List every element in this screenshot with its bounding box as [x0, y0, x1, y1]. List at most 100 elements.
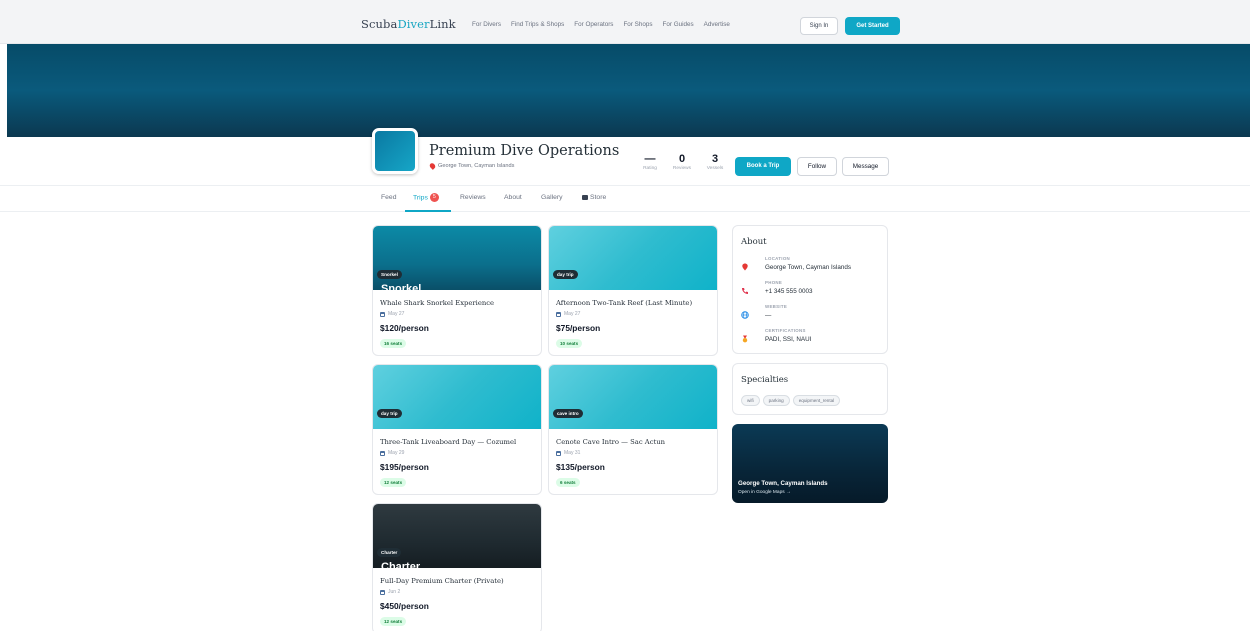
seats-badge: 6 seats — [556, 478, 580, 487]
trip-image — [373, 504, 541, 568]
stat-vessels: 3 Vessels — [704, 153, 726, 171]
sign-in-button[interactable]: Sign In — [800, 17, 838, 35]
cover-banner — [7, 44, 1250, 137]
logo-text-diver: Diver — [397, 17, 430, 31]
about-heading: About — [741, 237, 767, 247]
trip-date-text: May 29 — [388, 450, 405, 456]
stat-reviews: 0 Reviews — [671, 153, 693, 171]
map-card[interactable]: George Town, Cayman Islands Open in Goog… — [732, 424, 888, 503]
profile-header — [0, 137, 1250, 186]
open-in-google-maps-link[interactable]: Open in Google Maps → — [738, 490, 791, 495]
specialty-chip: wifi — [741, 395, 760, 406]
trip-date: May 27 — [556, 311, 580, 317]
trip-type-tag: Charter — [377, 548, 402, 557]
operator-location: George Town, Cayman Islands — [428, 162, 514, 170]
nav-link-for-shops[interactable]: For Shops — [623, 21, 652, 28]
trip-title[interactable]: Three-Tank Liveaboard Day — Cozumel — [380, 438, 516, 446]
calendar-icon — [556, 311, 561, 317]
trip-title[interactable]: Cenote Cave Intro — Sac Actun — [556, 438, 665, 446]
trip-price: $450/person — [380, 601, 429, 611]
trip-price: $195/person — [380, 462, 429, 472]
location-value: George Town, Cayman Islands — [765, 264, 851, 271]
trip-type-tag: Snorkel — [377, 270, 402, 279]
nav-link-for-guides[interactable]: For Guides — [663, 21, 694, 28]
tab-gallery[interactable]: Gallery — [541, 194, 563, 201]
book-trip-button[interactable]: Book a Trip — [735, 157, 791, 176]
trip-image — [549, 226, 717, 290]
trip-card[interactable]: cave intro Cenote Cave Intro — Sac Actun… — [548, 364, 718, 495]
globe-icon — [741, 306, 749, 319]
active-tab-indicator — [405, 210, 451, 212]
calendar-icon — [380, 311, 385, 317]
calendar-icon — [556, 450, 561, 456]
trip-price: $135/person — [556, 462, 605, 472]
nav-link-advertise[interactable]: Advertise — [704, 21, 730, 28]
trip-date: May 31 — [556, 450, 580, 456]
calendar-icon — [380, 589, 385, 595]
certifications-value: PADI, SSI, NAUI — [765, 336, 812, 343]
trip-date-text: Jun 2 — [388, 589, 401, 595]
seats-badge: 12 seats — [380, 617, 407, 626]
seats-badge: 10 seats — [556, 339, 583, 348]
trip-date-text: May 27 — [388, 311, 405, 317]
trip-card[interactable]: day trip Afternoon Two-Tank Reef (Last M… — [548, 225, 718, 356]
stat-vessels-label: Vessels — [706, 166, 724, 171]
trip-date: Jun 2 — [380, 589, 400, 595]
specialty-chip: parking — [762, 395, 790, 406]
profile-tabs: Feed Trips 5 Reviews About Gallery Store — [0, 186, 1250, 212]
nav-link-find-trips[interactable]: Find Trips & Shops — [511, 21, 564, 28]
phone-label: PHONE — [765, 280, 783, 285]
trip-title[interactable]: Whale Shark Snorkel Experience — [380, 299, 494, 307]
trip-type-tag: cave intro — [553, 409, 583, 418]
logo-text-link: Link — [429, 17, 456, 31]
specialties-panel: Specialties wifi parking equipment_renta… — [732, 363, 888, 415]
website-value[interactable]: — — [765, 312, 771, 319]
tab-trips[interactable]: Trips 5 — [413, 193, 439, 202]
seats-badge: 16 seats — [380, 339, 407, 348]
nav-link-for-divers[interactable]: For Divers — [472, 21, 501, 28]
trip-card[interactable]: Charter Charter Full-Day Premium Charter… — [372, 503, 542, 631]
trip-price: $75/person — [556, 323, 601, 333]
trip-image — [373, 226, 541, 290]
seats-badge: 12 seats — [380, 478, 407, 487]
specialties-heading: Specialties — [741, 375, 789, 385]
location-pin-icon — [741, 258, 749, 271]
nav-links: For Divers Find Trips & Shops For Operat… — [472, 21, 740, 28]
trip-image-overlay-text: Charter — [381, 561, 421, 573]
logo[interactable]: ScubaDiverLink — [361, 17, 456, 31]
trip-image — [373, 365, 541, 429]
stat-rating-value: — — [644, 153, 656, 165]
get-started-button[interactable]: Get Started — [845, 17, 900, 35]
top-nav: ScubaDiverLink For Divers Find Trips & S… — [0, 0, 1250, 44]
trip-card[interactable]: day trip Three-Tank Liveaboard Day — Coz… — [372, 364, 542, 495]
trip-date-text: May 31 — [564, 450, 581, 456]
trip-date-text: May 27 — [564, 311, 581, 317]
tab-feed[interactable]: Feed — [381, 194, 397, 201]
calendar-icon — [380, 450, 385, 456]
trip-image-overlay-text: Snorkel — [381, 283, 422, 295]
tab-reviews[interactable]: Reviews — [460, 194, 486, 201]
trip-date: May 29 — [380, 450, 404, 456]
trip-card[interactable]: Snorkel Snorkel Whale Shark Snorkel Expe… — [372, 225, 542, 356]
nav-link-for-operators[interactable]: For Operators — [574, 21, 613, 28]
trip-type-tag: day trip — [377, 409, 402, 418]
stat-reviews-value: 0 — [678, 153, 686, 165]
store-icon — [582, 194, 588, 200]
tab-store-label: Store — [590, 194, 607, 201]
location-label: LOCATION — [765, 256, 790, 261]
trip-image — [549, 365, 717, 429]
stat-vessels-value: 3 — [711, 153, 719, 165]
trip-title[interactable]: Full-Day Premium Charter (Private) — [380, 577, 504, 585]
about-panel: About LOCATION George Town, Cayman Islan… — [732, 225, 888, 354]
trip-title[interactable]: Afternoon Two-Tank Reef (Last Minute) — [556, 299, 692, 307]
tab-store[interactable]: Store — [582, 194, 606, 201]
specialty-chips: wifi parking equipment_rental — [741, 395, 841, 406]
follow-button[interactable]: Follow — [797, 157, 837, 176]
tab-about[interactable]: About — [504, 194, 522, 201]
logo-text-scuba: Scuba — [361, 17, 398, 31]
phone-value[interactable]: +1 345 555 0003 — [765, 288, 812, 295]
trips-count-badge: 5 — [429, 193, 439, 202]
tab-trips-label: Trips — [413, 194, 428, 202]
certifications-label: CERTIFICATIONS — [765, 328, 806, 333]
message-button[interactable]: Message — [842, 157, 889, 176]
